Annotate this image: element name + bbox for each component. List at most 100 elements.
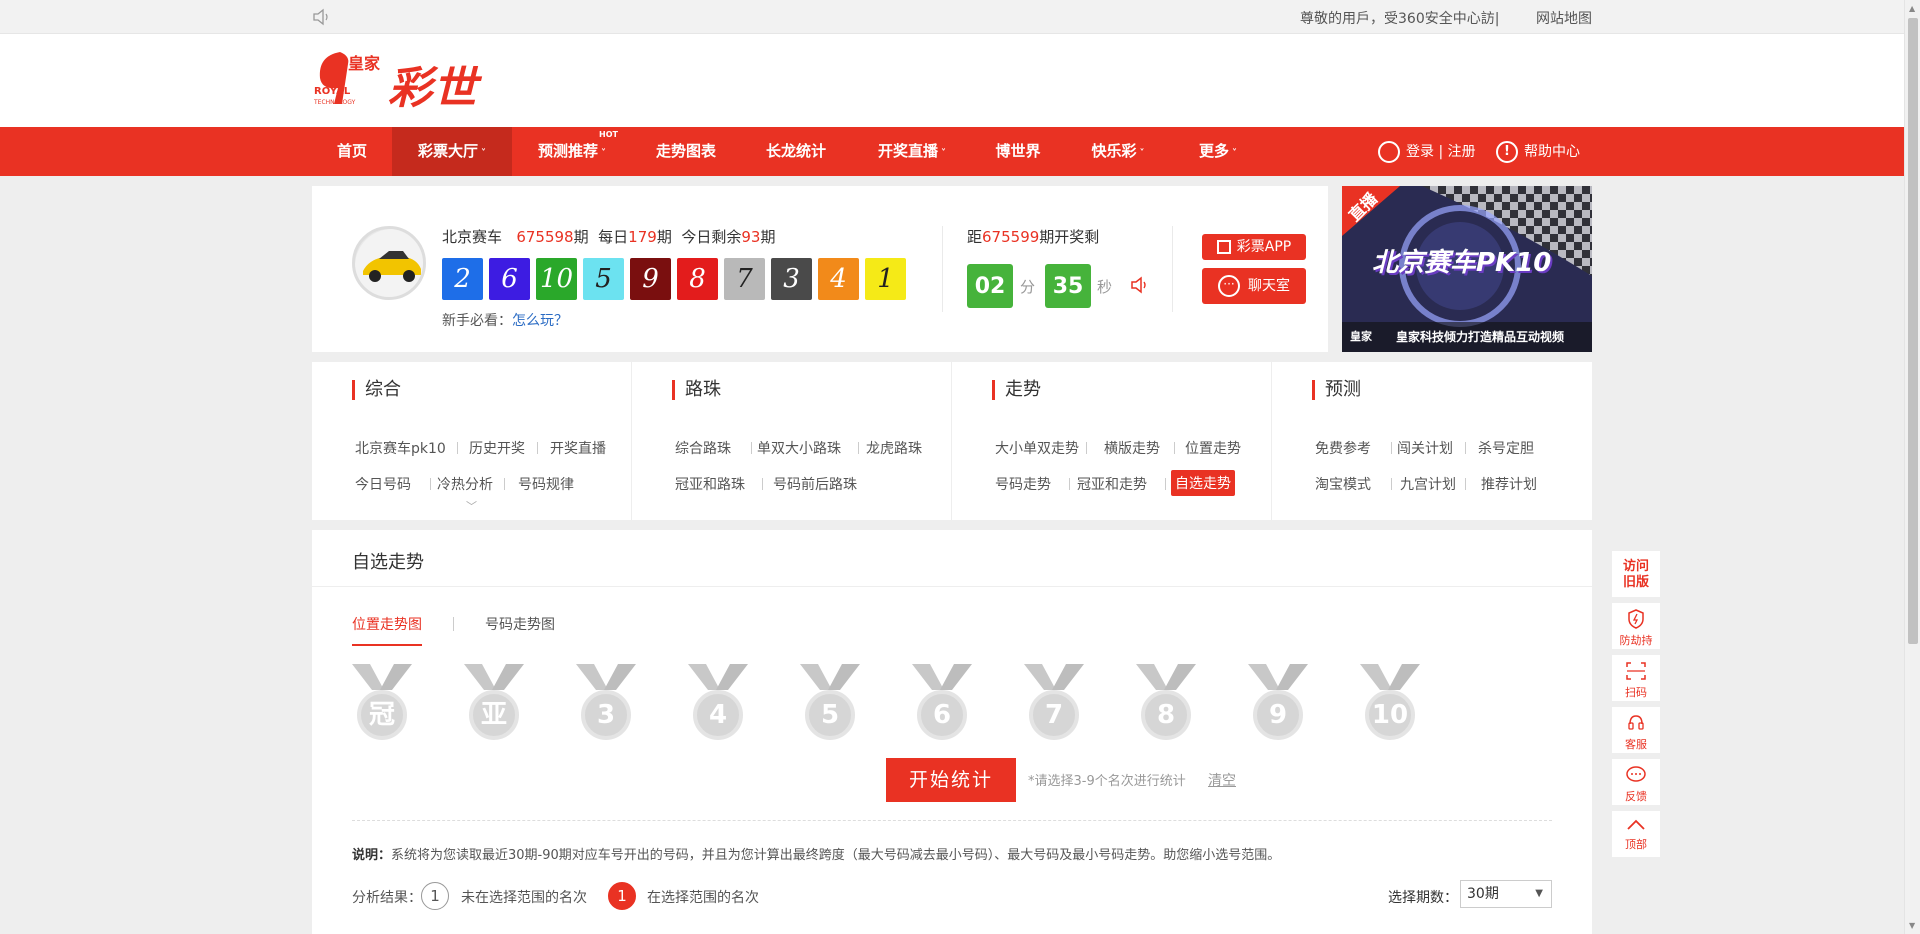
link-general-road[interactable]: 综合路珠 <box>675 438 731 458</box>
scan-icon <box>1626 662 1646 680</box>
feedback-button[interactable]: 反馈 <box>1611 758 1661 806</box>
link-nine-grid[interactable]: 九宫计划 <box>1400 474 1456 494</box>
register-link[interactable]: 注册 <box>1448 144 1476 160</box>
period-select[interactable]: 30期 ▼ <box>1460 880 1552 908</box>
link-recommend-plan[interactable]: 推荐计划 <box>1481 474 1537 494</box>
link-horizontal-trend[interactable]: 横版走势 <box>1104 438 1160 458</box>
link-dragon-tiger-road[interactable]: 龙虎路珠 <box>866 438 922 458</box>
nav-item-long-dragon[interactable]: 长龙统计 <box>740 127 852 176</box>
customer-service-button[interactable]: 客服 <box>1611 706 1661 754</box>
remain-count: 93 <box>741 228 761 246</box>
link-number-rules[interactable]: 号码规律 <box>518 474 574 494</box>
banner-title: 北京赛车PK10 <box>1372 248 1552 278</box>
newbie-hint: 新手必看：怎么玩？ <box>442 313 568 329</box>
alert-icon: ! <box>1496 141 1518 163</box>
rank-medal[interactable]: 冠 <box>342 664 422 744</box>
link-today-numbers[interactable]: 今日号码 <box>355 474 411 494</box>
link-odd-even-road[interactable]: 单双大小路珠 <box>757 438 841 458</box>
legend-out-text: 未在选择范围的名次 <box>461 890 587 906</box>
daily-count: 179 <box>628 228 657 246</box>
expand-chevron-icon[interactable]: ﹀ <box>466 498 477 514</box>
rank-medal[interactable]: 9 <box>1238 664 1318 744</box>
result-ball: 8 <box>677 258 718 300</box>
lottery-panel: 北京赛车 675598期 每日179期 今日剩余93期 2 6 10 5 9 8 7 3 4 1 … <box>312 186 1328 352</box>
lottery-app-button[interactable]: 彩票APP <box>1202 234 1306 260</box>
rank-medal[interactable]: 8 <box>1126 664 1206 744</box>
link-bj-pk10[interactable]: 北京赛车pk10 <box>355 438 446 458</box>
rank-medal[interactable]: 6 <box>902 664 982 744</box>
result-ball: 2 <box>442 258 483 300</box>
link-history[interactable]: 历史开奖 <box>469 438 525 458</box>
site-logo[interactable]: ROYAL TECHNOLOGY 皇家 彩世界 <box>312 50 522 178</box>
live-video-banner[interactable]: 直播 北京赛车PK10 皇家 皇家科技倾力打造精品互动视频 <box>1342 186 1592 352</box>
shield-icon <box>1628 609 1644 629</box>
nav-item-live-draw[interactable]: 开奖直播 ˅ <box>852 127 972 176</box>
category-panel: 综合 北京赛车pk10 历史开奖 开奖直播 今日号码 冷热分析 号码规律 ﹀ 路… <box>312 362 1592 520</box>
link-kill-number[interactable]: 杀号定胆 <box>1478 438 1534 458</box>
scan-button[interactable]: 扫码 <box>1611 654 1661 702</box>
start-stats-button[interactable]: 开始统计 <box>886 758 1016 802</box>
sitemap-link[interactable]: 网站地图 <box>1536 8 1592 28</box>
link-sum-road[interactable]: 冠亚和路珠 <box>675 474 745 494</box>
link-front-back-road[interactable]: 号码前后路珠 <box>773 474 857 494</box>
rank-medal[interactable]: 5 <box>790 664 870 744</box>
back-to-top-button[interactable]: 顶部 <box>1611 810 1661 858</box>
nav-item-bo-world[interactable]: 博世界 <box>972 127 1064 176</box>
separator <box>1174 442 1175 454</box>
nav-item-more[interactable]: 更多 ˅ <box>1172 127 1264 176</box>
help-center-link[interactable]: ! 帮助中心 <box>1496 139 1580 165</box>
chevron-down-icon: ˅ <box>1139 148 1145 159</box>
link-position-trend[interactable]: 位置走势 <box>1185 438 1241 458</box>
category-trend: 走势 大小单双走势 横版走势 位置走势 号码走势 冠亚和走势 自选走势 <box>952 362 1272 520</box>
nav-item-predict[interactable]: 预测推荐 ˅ HOT <box>512 127 632 176</box>
tab-number-chart[interactable]: 号码走势图 <box>485 614 555 634</box>
rank-medal[interactable]: 4 <box>678 664 758 744</box>
nav-item-lottery-hall[interactable]: 彩票大厅 ˅ <box>392 127 512 176</box>
chat-room-button[interactable]: ··· 聊天室 <box>1202 268 1306 304</box>
scrollbar[interactable]: ▲ ▼ <box>1904 0 1920 934</box>
clear-link[interactable]: 清空 <box>1208 770 1236 790</box>
how-to-play-link[interactable]: 怎么玩？ <box>512 313 568 329</box>
speaker-icon[interactable] <box>312 8 332 26</box>
rank-medal[interactable]: 10 <box>1350 664 1430 744</box>
tab-position-chart[interactable]: 位置走势图 <box>352 614 422 646</box>
link-hot-cold[interactable]: 冷热分析 <box>437 474 493 494</box>
result-balls: 2 6 10 5 9 8 7 3 4 1 <box>442 258 912 300</box>
nav-item-home[interactable]: 首页 <box>312 127 392 176</box>
nav-item-happy[interactable]: 快乐彩 ˅ <box>1064 127 1172 176</box>
link-taobao-mode[interactable]: 淘宝模式 <box>1315 474 1371 494</box>
link-level-plan[interactable]: 闯关计划 <box>1397 438 1453 458</box>
scroll-up-icon[interactable]: ▲ <box>1909 4 1915 13</box>
divider <box>942 226 943 312</box>
login-link[interactable]: 登录 <box>1406 144 1434 160</box>
panel-title: 自选走势 <box>352 552 424 573</box>
category-title: 预测 <box>1312 380 1361 400</box>
sound-icon[interactable] <box>1130 276 1150 294</box>
link-sum-trend[interactable]: 冠亚和走势 <box>1077 474 1147 494</box>
divider <box>1172 226 1173 312</box>
result-ball: 6 <box>489 258 530 300</box>
lottery-info: 北京赛车 675598期 每日179期 今日剩余93期 <box>442 228 776 246</box>
link-number-trend[interactable]: 号码走势 <box>995 474 1051 494</box>
link-live-draw[interactable]: 开奖直播 <box>550 438 606 458</box>
separator <box>1465 442 1466 454</box>
medal-label: 5 <box>805 690 855 740</box>
separator <box>430 478 431 490</box>
medal-label: 6 <box>917 690 967 740</box>
link-custom-trend[interactable]: 自选走势 <box>1171 470 1235 496</box>
legend-out-circle: 1 <box>421 882 449 910</box>
rank-medal[interactable]: 7 <box>1014 664 1094 744</box>
qr-icon <box>1216 240 1231 254</box>
link-size-trend[interactable]: 大小单双走势 <box>995 438 1079 458</box>
old-version-button[interactable]: 访问旧版 <box>1611 550 1661 598</box>
rank-medal[interactable]: 亚 <box>454 664 534 744</box>
lottery-name: 北京赛车 <box>442 228 503 246</box>
scrollbar-thumb[interactable] <box>1908 18 1918 644</box>
scroll-down-icon[interactable]: ▼ <box>1909 921 1915 930</box>
medal-label: 7 <box>1029 690 1079 740</box>
rank-medal[interactable]: 3 <box>566 664 646 744</box>
header <box>0 34 1904 127</box>
link-free-ref[interactable]: 免费参考 <box>1315 438 1371 458</box>
anti-hijack-button[interactable]: 防劫持 <box>1611 602 1661 650</box>
nav-item-trend[interactable]: 走势图表 <box>632 127 740 176</box>
